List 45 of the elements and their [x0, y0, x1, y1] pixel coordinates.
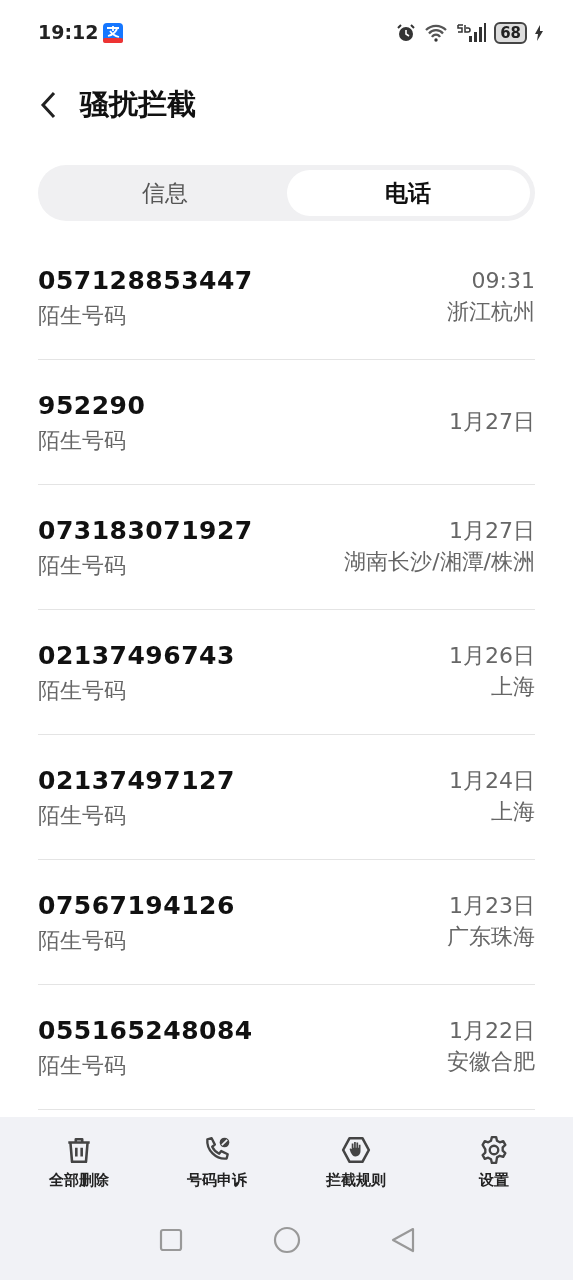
call-time: 1月27日	[449, 407, 535, 436]
caller-label: 陌生号码	[38, 302, 127, 331]
caller-label: 陌生号码	[38, 677, 127, 706]
app-icon	[102, 21, 125, 44]
caller-location: 湖南长沙/湘潭/株洲	[344, 548, 535, 576]
battery-indicator: 68	[494, 21, 527, 44]
call-time: 1月26日	[449, 642, 535, 671]
toolbar-button[interactable]: 拦截规则	[295, 1134, 416, 1193]
charging-icon	[535, 24, 543, 41]
home-icon[interactable]	[272, 1226, 301, 1254]
call-time: 1月27日	[448, 517, 535, 546]
phone-number: 07567194126	[38, 889, 235, 922]
back-icon[interactable]	[40, 91, 56, 119]
caller-label: 陌生号码	[38, 1052, 127, 1081]
phone-number: 952290	[38, 389, 146, 422]
page-title: 骚扰拦截	[80, 86, 196, 124]
caller-location: 上海	[490, 673, 535, 701]
caller-location: 安徽合肥	[447, 1048, 535, 1076]
toolbar-button[interactable]: 全部删除	[19, 1134, 140, 1193]
phone-number: 057128853447	[38, 264, 253, 297]
wifi-icon	[424, 23, 449, 42]
toolbar-button[interactable]: 设置	[433, 1134, 554, 1193]
caller-location: 浙江杭州	[447, 298, 535, 326]
tab[interactable]: 电话	[286, 170, 530, 216]
toolbar-button[interactable]: 号码申诉	[157, 1134, 278, 1193]
call-time: 1月24日	[449, 767, 535, 796]
call-time: 1月23日	[448, 892, 535, 921]
caller-location: 上海	[490, 798, 535, 826]
phone-number: 073183071927	[38, 514, 253, 547]
caller-label: 陌生号码	[38, 427, 127, 456]
phone-number: 055165248084	[38, 1014, 253, 1047]
phone-number: 02137496743	[38, 639, 235, 672]
call-time: 09:31	[470, 267, 535, 296]
caller-label: 陌生号码	[38, 802, 127, 831]
tab[interactable]: 信息	[43, 170, 287, 216]
alarm-icon	[396, 22, 417, 43]
recents-icon[interactable]	[158, 1228, 183, 1252]
status-time: 19:12	[38, 20, 99, 46]
caller-label: 陌生号码	[38, 927, 127, 956]
caller-location: 广东珠海	[447, 923, 535, 951]
call-time: 1月22日	[448, 1017, 535, 1046]
caller-label: 陌生号码	[38, 552, 127, 581]
hand-icon	[340, 1135, 371, 1166]
signal-icon	[456, 21, 487, 44]
phone-number: 02137497127	[38, 764, 235, 797]
